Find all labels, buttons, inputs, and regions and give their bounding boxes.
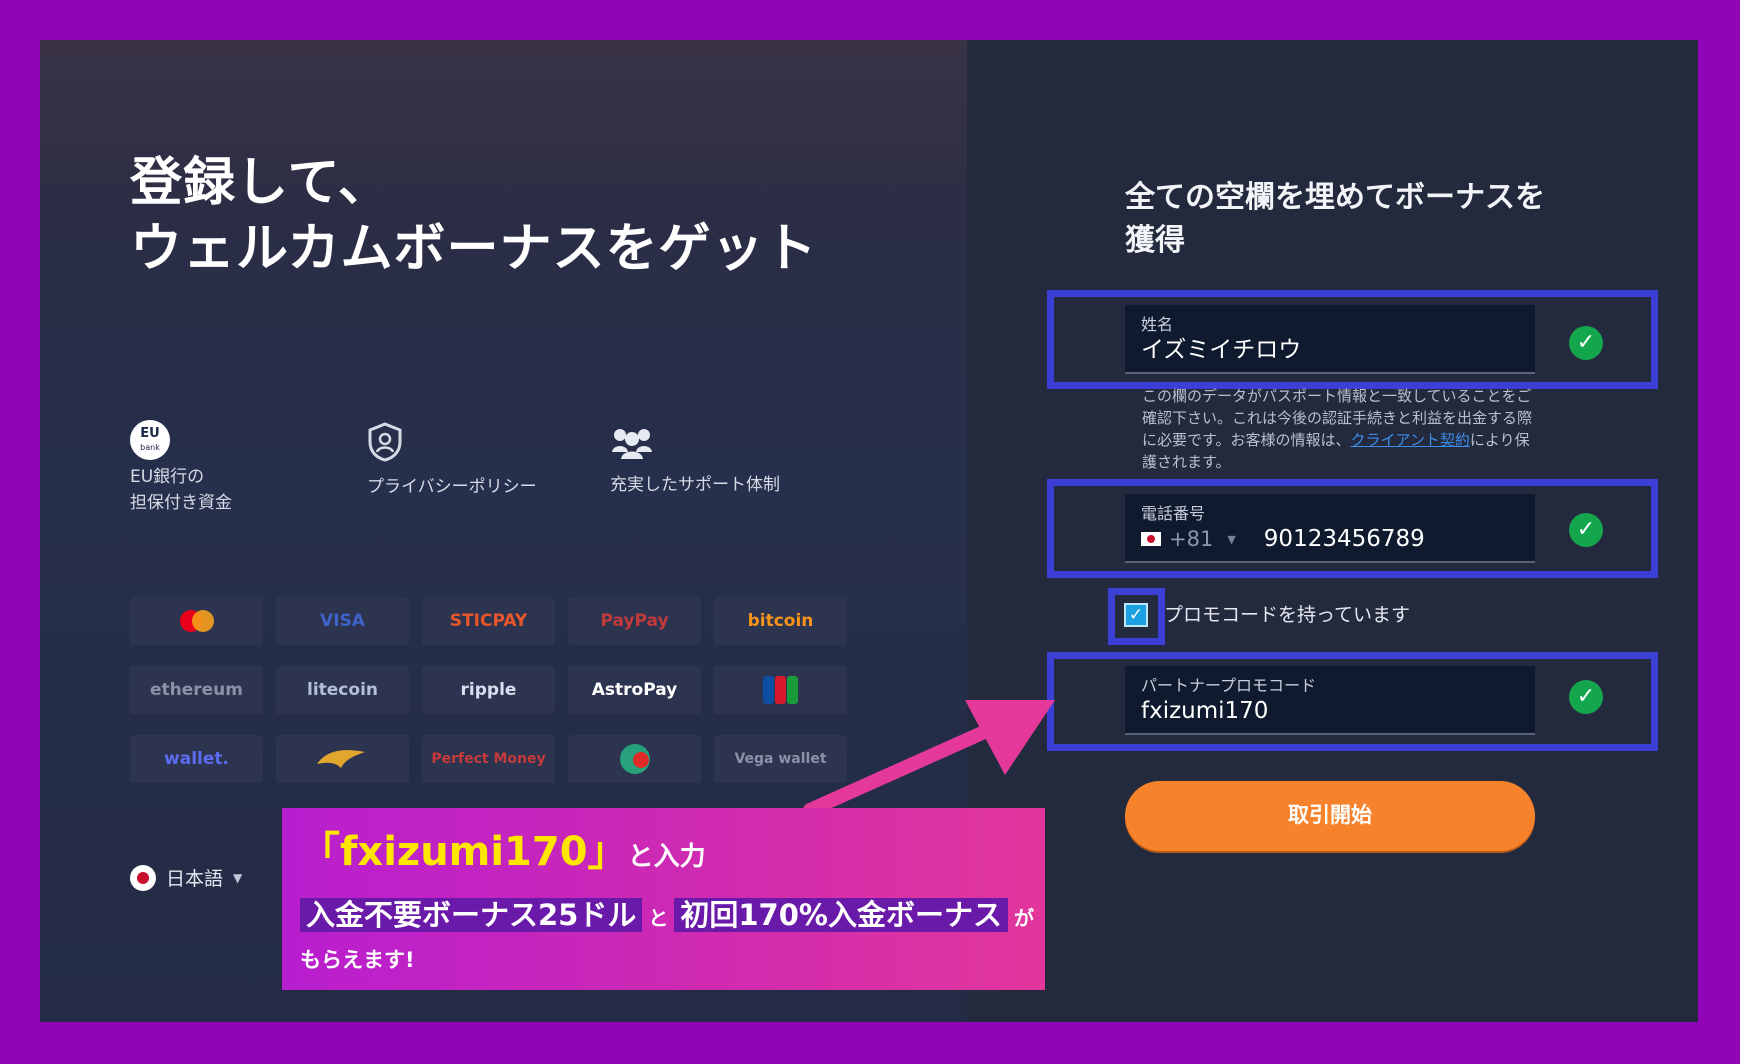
phone-row: +81 ▼ 90123456789	[1141, 524, 1519, 554]
chevron-down-icon: ▼	[233, 870, 243, 885]
client-agreement-link[interactable]: クライアント契約	[1351, 431, 1470, 449]
feature-label: 充実したサポート体制	[610, 475, 780, 495]
promo-checkbox[interactable]: ✓	[1124, 603, 1148, 627]
name-input[interactable]: イズミイチロウ	[1141, 335, 1519, 365]
country-code[interactable]: +81	[1169, 527, 1213, 551]
phone-label: 電話番号	[1141, 504, 1206, 523]
check-icon: ✓	[1569, 680, 1603, 714]
bird-logo-icon	[276, 735, 409, 783]
payment-label: litecoin	[307, 680, 378, 700]
name-helper-text: この欄のデータがパスポート情報と一致していることをご確認下さい。これは今後の認証…	[1142, 387, 1533, 471]
payment-label: wallet.	[164, 749, 229, 769]
name-field[interactable]: 姓名 イズミイチロウ	[1125, 305, 1535, 374]
payment-label: STICPAY	[449, 611, 528, 631]
name-label: 姓名	[1141, 315, 1174, 334]
callout-bonus-line: 入金不要ボーナス25ドルと初回170%入金ボーナスが	[300, 897, 1034, 936]
payment-label: ripple	[460, 680, 517, 700]
payment-logo: VISA	[276, 597, 409, 645]
language-label: 日本語	[166, 868, 224, 890]
bonus-no-deposit: 入金不要ボーナス25ドル	[300, 898, 643, 932]
support-people-icon	[610, 426, 780, 468]
payment-label: Perfect Money	[431, 751, 546, 767]
payment-label: PayPay	[600, 611, 669, 631]
payment-logo: ripple	[422, 666, 555, 714]
payment-label: bitcoin	[747, 611, 814, 631]
phone-field[interactable]: 電話番号 +81 ▼ 90123456789	[1125, 494, 1535, 563]
shield-user-icon	[367, 422, 537, 470]
callout-title: 「fxizumi170」と入力	[300, 829, 706, 875]
promo-toggle-label[interactable]: プロモコードを持っています	[1164, 600, 1410, 627]
mastercard-icon	[130, 597, 263, 645]
payment-logo: litecoin	[276, 666, 409, 714]
feature-privacy: プライバシーポリシー	[367, 422, 537, 500]
payment-logo: bitcoin	[714, 597, 847, 645]
promo-input[interactable]: fxizumi170	[1141, 696, 1519, 726]
feature-eu-bank: EU bank EU銀行の 担保付き資金	[130, 420, 232, 516]
eu-bank-icon: EU bank	[130, 420, 170, 460]
check-icon: ✓	[1569, 326, 1603, 360]
form-title: 全ての空欄を埋めてボーナスを獲得	[1125, 180, 1545, 258]
chevron-down-icon[interactable]: ▼	[1227, 533, 1235, 546]
feature-label: プライバシーポリシー	[367, 477, 537, 497]
feature-label: EU銀行の	[130, 467, 205, 487]
payment-label: AstroPay	[591, 680, 678, 700]
payment-logo: PayPay	[568, 597, 701, 645]
promo-callout: 「fxizumi170」と入力 入金不要ボーナス25ドルと初回170%入金ボーナ…	[282, 808, 1045, 990]
page-title: 登録して、 ウェルカムボーナスをゲット	[130, 150, 817, 282]
payment-logo: AstroPay	[568, 666, 701, 714]
payment-label: VISA	[320, 611, 365, 631]
tether-icon	[568, 735, 701, 783]
check-icon: ✓	[1569, 513, 1603, 547]
callout-subtext: もらえます!	[300, 948, 415, 972]
feature-support: 充実したサポート体制	[610, 426, 780, 498]
japan-flag-icon	[1141, 532, 1161, 546]
language-selector[interactable]: 日本語 ▼	[130, 864, 242, 891]
phone-input[interactable]: 90123456789	[1264, 524, 1425, 554]
payment-logo: ethereum	[130, 666, 263, 714]
payment-logo: wallet.	[130, 735, 263, 783]
title-line-1: 登録して、	[130, 153, 391, 213]
japan-flag-icon	[130, 864, 156, 891]
payment-label: ethereum	[149, 680, 244, 700]
start-trading-button[interactable]: 取引開始	[1125, 781, 1535, 851]
bonus-first-deposit: 初回170%入金ボーナス	[674, 898, 1008, 932]
payment-logo: Perfect Money	[422, 735, 555, 783]
payment-logo: STICPAY	[422, 597, 555, 645]
payment-methods-grid: VISA STICPAY PayPay bitcoin ethereum litecoin…	[130, 597, 847, 783]
title-line-2: ウェルカムボーナスをゲット	[130, 219, 818, 279]
promo-field[interactable]: パートナープロモコード fxizumi170	[1125, 666, 1535, 735]
promo-label: パートナープロモコード	[1141, 676, 1317, 695]
feature-label: 担保付き資金	[130, 493, 232, 513]
